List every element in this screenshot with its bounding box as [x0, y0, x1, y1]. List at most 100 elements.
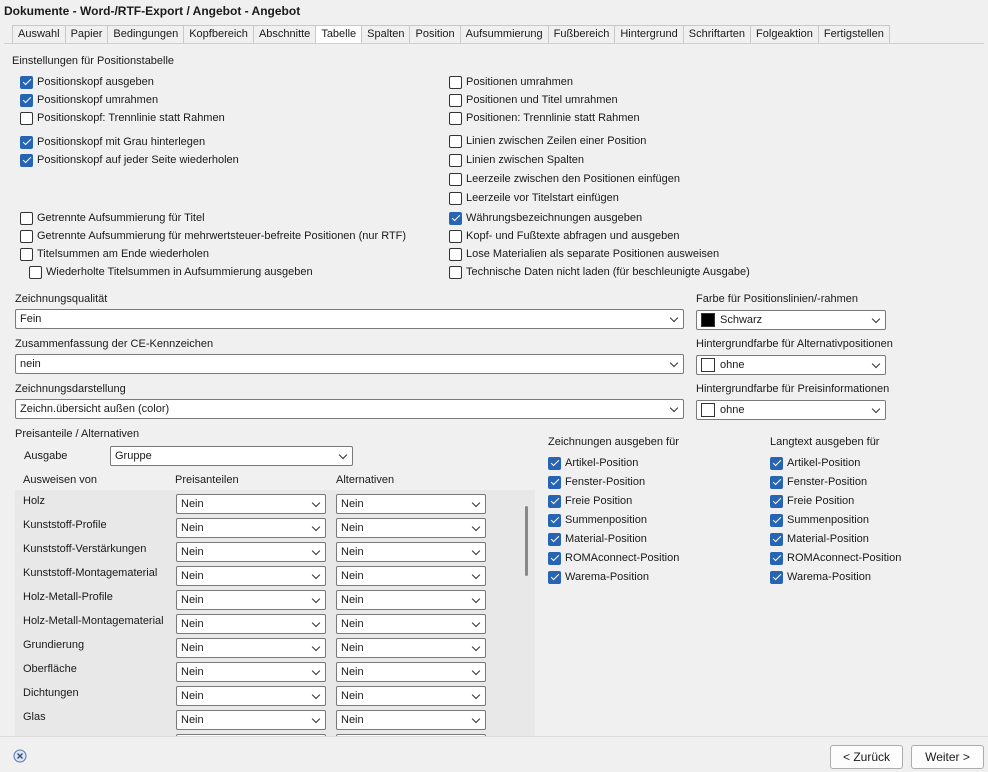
chevron-down-icon [311, 594, 321, 604]
tab-tabelle[interactable]: Tabelle [316, 25, 363, 45]
left-option-checkbox[interactable]: Positionskopf: Trennlinie statt Rahmen [20, 110, 225, 126]
right-option-checkbox[interactable]: Linien zwischen Spalten [449, 152, 584, 168]
tab-folgeaktion[interactable]: Folgeaktion [751, 25, 819, 44]
price-bg-label: Hintergrundfarbe für Preisinformationen [696, 383, 890, 395]
alternativen-dropdown[interactable]: Nein [336, 710, 486, 730]
drawing-for-checkbox[interactable]: Artikel-Position [548, 455, 638, 471]
preisanteile-dropdown-value: Nein [181, 642, 204, 654]
left-option-checkbox[interactable]: Wiederholte Titelsummen in Aufsummierung… [29, 264, 313, 280]
alternativen-dropdown[interactable]: Nein [336, 494, 486, 514]
back-button[interactable]: < Zurück [830, 745, 903, 769]
alt-bg-dropdown[interactable]: ohne [696, 355, 886, 375]
longtext-for-checkbox[interactable]: ROMAconnect-Position [770, 550, 901, 566]
alternativen-dropdown[interactable]: Nein [336, 614, 486, 634]
alternativen-dropdown-value: Nein [341, 642, 364, 654]
longtext-for-checkbox[interactable]: Warema-Position [770, 569, 871, 585]
right-option-checkbox[interactable]: Leerzeile vor Titelstart einfügen [449, 190, 619, 206]
checkbox-checked-icon [548, 532, 561, 546]
tab-spalten[interactable]: Spalten [362, 25, 411, 44]
tab-papier[interactable]: Papier [65, 25, 109, 44]
left-option-checkbox[interactable]: Positionskopf ausgeben [20, 74, 154, 90]
table-row: Oberfläche Nein Nein [15, 658, 535, 682]
right-option-checkbox[interactable]: Positionen umrahmen [449, 74, 573, 90]
preisanteile-dropdown[interactable]: Nein [176, 686, 326, 706]
alternativen-dropdown[interactable]: Nein [336, 542, 486, 562]
output-dropdown[interactable]: Gruppe [110, 446, 353, 466]
checkbox-checked-icon [770, 494, 783, 508]
alternativen-dropdown[interactable]: Nein [336, 518, 486, 538]
preisanteile-dropdown[interactable]: Nein [176, 662, 326, 682]
col-header-preisanteile: Preisanteilen [175, 474, 239, 486]
tab-hintergrund[interactable]: Hintergrund [615, 25, 684, 44]
chevron-down-icon [311, 546, 321, 556]
tab-fußbereich[interactable]: Fußbereich [548, 25, 616, 44]
tab-position[interactable]: Position [410, 25, 461, 44]
left-option-checkbox[interactable]: Getrennte Aufsummierung für mehrwertsteu… [20, 228, 406, 244]
next-button[interactable]: Weiter > [911, 745, 984, 769]
alternativen-dropdown[interactable]: Nein [336, 686, 486, 706]
left-option-checkbox[interactable]: Titelsummen am Ende wiederholen [20, 246, 209, 262]
preisanteile-dropdown[interactable]: Nein [176, 614, 326, 634]
color-swatch [701, 403, 715, 417]
checkbox-checked-icon [548, 551, 561, 565]
drawing-for-checkbox[interactable]: Fenster-Position [548, 474, 645, 490]
drawing-display-dropdown[interactable]: Zeichn.übersicht außen (color) [15, 399, 684, 419]
row-name: Dichtungen [23, 687, 79, 699]
row-name: Kunststoff-Verstärkungen [23, 543, 147, 555]
drawing-for-checkbox[interactable]: ROMAconnect-Position [548, 550, 679, 566]
preisanteile-dropdown[interactable]: Nein [176, 590, 326, 610]
alternativen-dropdown[interactable]: Nein [336, 662, 486, 682]
preisanteile-dropdown[interactable]: Nein [176, 710, 326, 730]
right-option-checkbox[interactable]: Leerzeile zwischen den Positionen einfüg… [449, 171, 680, 187]
chevron-down-icon [311, 714, 321, 724]
tab-schriftarten[interactable]: Schriftarten [683, 25, 752, 44]
right-option-checkbox[interactable]: Linien zwischen Zeilen einer Position [449, 133, 646, 149]
alternativen-dropdown[interactable]: Nein [336, 638, 486, 658]
help-icon[interactable] [13, 749, 27, 763]
alternativen-dropdown[interactable]: Nein [336, 590, 486, 610]
right-option-checkbox[interactable]: Währungsbezeichnungen ausgeben [449, 210, 642, 226]
longtext-for-checkbox[interactable]: Freie Position [770, 493, 854, 509]
right-option-label: Währungsbezeichnungen ausgeben [466, 212, 643, 224]
longtext-for-checkbox[interactable]: Artikel-Position [770, 455, 860, 471]
drawing-for-checkbox[interactable]: Material-Position [548, 531, 647, 547]
preisanteile-dropdown-value: Nein [181, 618, 204, 630]
tab-fertigstellen[interactable]: Fertigstellen [818, 25, 890, 44]
ce-dropdown[interactable]: nein [15, 354, 684, 374]
left-option-checkbox[interactable]: Positionskopf mit Grau hinterlegen [20, 134, 205, 150]
price-bg-dropdown[interactable]: ohne [696, 400, 886, 420]
preisanteile-dropdown[interactable]: Nein [176, 494, 326, 514]
preisanteile-dropdown[interactable]: Nein [176, 566, 326, 586]
drawing-for-checkbox[interactable]: Warema-Position [548, 569, 649, 585]
preisanteile-dropdown[interactable]: Nein [176, 542, 326, 562]
preisanteile-dropdown[interactable]: Nein [176, 638, 326, 658]
tab-auswahl[interactable]: Auswahl [12, 25, 66, 44]
left-option-checkbox[interactable]: Positionskopf umrahmen [20, 92, 158, 108]
checkbox-unchecked-icon [449, 111, 462, 125]
line-color-dropdown[interactable]: Schwarz [696, 310, 886, 330]
tab-bedingungen[interactable]: Bedingungen [108, 25, 185, 44]
left-option-checkbox[interactable]: Positionskopf auf jeder Seite wiederhole… [20, 152, 239, 168]
right-option-checkbox[interactable]: Technische Daten nicht laden (für beschl… [449, 264, 750, 280]
checkbox-checked-icon [770, 532, 783, 546]
drawing-for-label: Summenposition [565, 514, 647, 526]
tab-kopfbereich[interactable]: Kopfbereich [184, 25, 254, 44]
quality-dropdown[interactable]: Fein [15, 309, 684, 329]
right-option-checkbox[interactable]: Lose Materialien als separate Positionen… [449, 246, 719, 262]
right-option-checkbox[interactable]: Positionen: Trennlinie statt Rahmen [449, 110, 640, 126]
tab-aufsummierung[interactable]: Aufsummierung [460, 25, 549, 44]
grid-scrollbar[interactable] [525, 506, 528, 576]
chevron-down-icon [471, 498, 481, 508]
left-option-checkbox[interactable]: Getrennte Aufsummierung für Titel [20, 210, 205, 226]
drawing-for-checkbox[interactable]: Summenposition [548, 512, 647, 528]
alternativen-dropdown[interactable]: Nein [336, 566, 486, 586]
tab-abschnitte[interactable]: Abschnitte [253, 25, 317, 44]
drawing-for-checkbox[interactable]: Freie Position [548, 493, 632, 509]
longtext-for-checkbox[interactable]: Fenster-Position [770, 474, 867, 490]
right-option-checkbox[interactable]: Positionen und Titel umrahmen [449, 92, 618, 108]
longtext-for-checkbox[interactable]: Summenposition [770, 512, 869, 528]
preisanteile-dropdown[interactable]: Nein [176, 518, 326, 538]
checkbox-checked-icon [548, 456, 561, 470]
longtext-for-checkbox[interactable]: Material-Position [770, 531, 869, 547]
right-option-checkbox[interactable]: Kopf- und Fußtexte abfragen und ausgeben [449, 228, 679, 244]
